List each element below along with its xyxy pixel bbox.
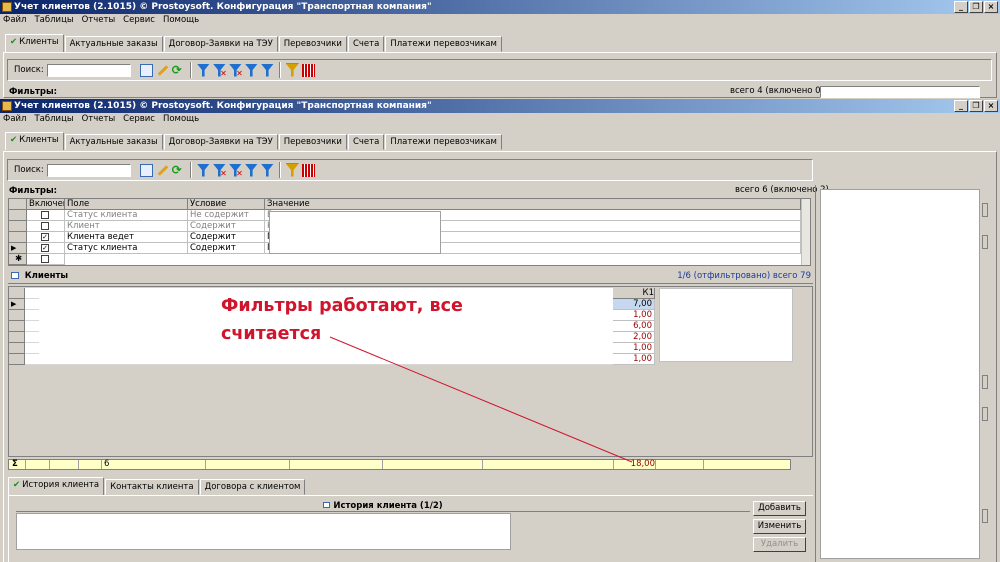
annotation-arrow <box>329 336 633 463</box>
annotation-line1: Фильтры работают, все <box>221 296 463 316</box>
annotation-line2: считается <box>221 324 322 344</box>
annotation-text: Фильтры работают, все считается <box>221 292 463 348</box>
